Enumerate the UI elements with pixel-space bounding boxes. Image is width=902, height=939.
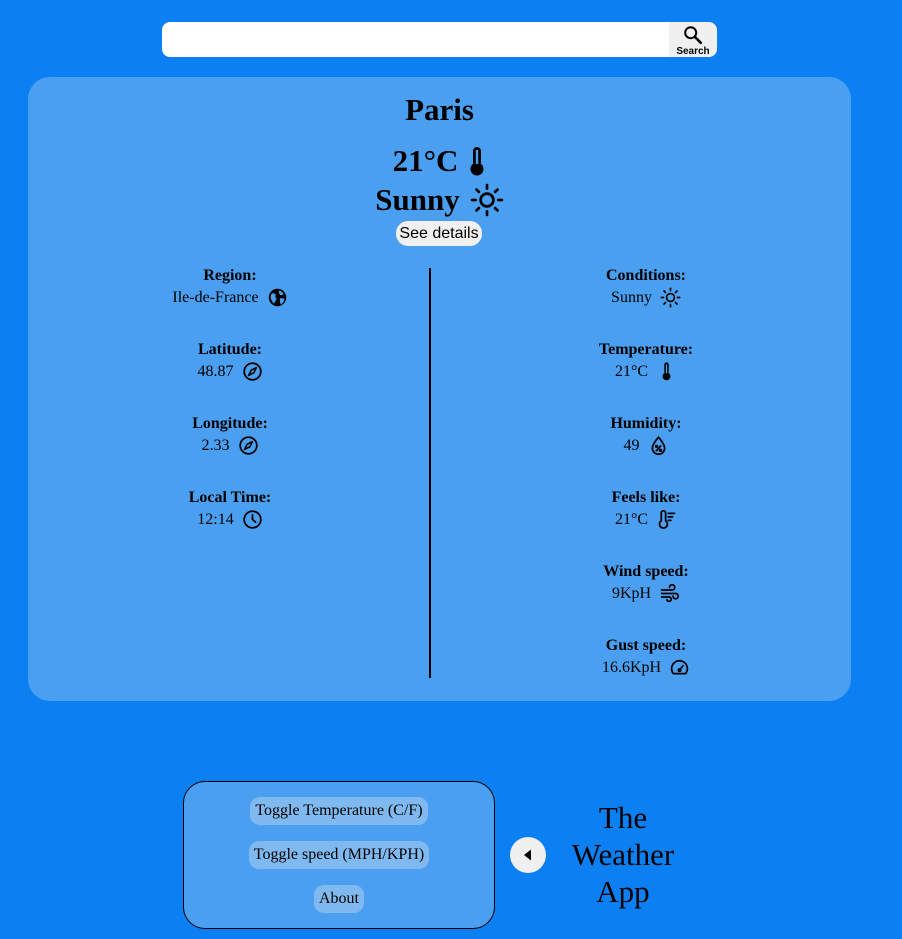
detail-label: Wind speed:: [603, 563, 689, 580]
detail-label: Temperature:: [598, 341, 694, 358]
detail-longitude: Longitude: 2.33: [70, 415, 390, 489]
about-button[interactable]: About: [314, 885, 364, 913]
detail-gust-speed: Gust speed: 16.6KpH: [486, 637, 806, 711]
search-bar: Search: [162, 22, 717, 57]
detail-value-row: Sunny: [486, 287, 806, 308]
detail-temperature: Temperature: 21°C: [486, 341, 806, 415]
detail-label: Gust speed:: [605, 637, 687, 654]
detail-value: Ile-de-France: [172, 288, 259, 306]
compass-icon: [242, 362, 262, 381]
globe-icon: [268, 288, 286, 307]
weather-details: Conditions: Sunny Temperature: 21°C Humi…: [486, 267, 806, 711]
search-button-label: Search: [676, 46, 710, 57]
detail-value: 21°C: [614, 510, 649, 528]
collapse-menu-button[interactable]: [510, 837, 546, 873]
sun-icon: [660, 287, 681, 308]
location-details: Region: Ile-de-France Latitude: 48.87 Lo…: [70, 267, 390, 563]
detail-label: Region:: [203, 267, 257, 284]
city-name: Paris: [405, 92, 474, 127]
detail-latitude: Latitude: 48.87: [70, 341, 390, 415]
detail-value-row: 48.87: [70, 361, 390, 382]
detail-label: Latitude:: [198, 341, 262, 358]
detail-label: Local Time:: [188, 489, 272, 506]
detail-value: 21°C: [614, 362, 649, 380]
detail-value-row: 9KpH: [486, 583, 806, 604]
thermometer-low-icon: [658, 509, 676, 529]
detail-label: Humidity:: [610, 415, 682, 432]
weather-card: Paris 21°C Sunny See details Region: Ile…: [28, 77, 851, 701]
thermometer-icon: [662, 362, 671, 381]
detail-value: 2.33: [201, 436, 230, 454]
detail-value: 49: [623, 436, 640, 454]
detail-label: Feels like:: [611, 489, 681, 506]
detail-label: Longitude:: [192, 415, 268, 432]
wind-icon: [660, 583, 680, 603]
detail-value-row: 12:14: [70, 509, 390, 530]
detail-value-row: 21°C: [486, 361, 806, 382]
detail-region: Region: Ile-de-France: [70, 267, 390, 341]
detail-value-row: 2.33: [70, 435, 390, 456]
toggle-temperature-button[interactable]: Toggle Temperature (C/F): [250, 797, 428, 825]
detail-value-row: 16.6KpH: [486, 657, 806, 678]
sun-icon: [470, 183, 503, 217]
humidity-icon: [650, 435, 666, 456]
details-divider: [429, 268, 431, 678]
detail-local-time: Local Time: 12:14: [70, 489, 390, 563]
current-temperature: 21°C: [28, 141, 851, 181]
current-temperature-value: 21°C: [392, 143, 459, 178]
detail-feels-like: Feels like: 21°C: [486, 489, 806, 563]
detail-humidity: Humidity: 49: [486, 415, 806, 489]
toggle-speed-button[interactable]: Toggle speed (MPH/KPH): [249, 841, 429, 869]
gauge-icon: [670, 659, 689, 675]
detail-label: Conditions:: [605, 267, 687, 284]
detail-value-row: 49: [486, 435, 806, 456]
detail-value-row: 21°C: [486, 509, 806, 530]
detail-value: 12:14: [197, 510, 234, 528]
clock-icon: [243, 510, 262, 529]
current-condition-value: Sunny: [375, 182, 460, 217]
see-details-button[interactable]: See details: [396, 221, 482, 246]
thermometer-icon: [470, 147, 484, 176]
search-button[interactable]: Search: [669, 22, 717, 57]
detail-conditions: Conditions: Sunny: [486, 267, 806, 341]
settings-panel: Toggle Temperature (C/F) Toggle speed (M…: [183, 781, 495, 929]
search-icon: [684, 26, 703, 45]
detail-value: 16.6KpH: [601, 658, 662, 676]
detail-value-row: Ile-de-France: [70, 287, 390, 308]
detail-value: Sunny: [611, 288, 652, 306]
detail-wind-speed: Wind speed: 9KpH: [486, 563, 806, 637]
compass-icon: [238, 436, 258, 455]
current-condition: Sunny: [28, 180, 851, 220]
detail-value: 9KpH: [611, 584, 652, 602]
detail-value: 48.87: [197, 362, 234, 380]
search-input[interactable]: [162, 22, 669, 57]
chevron-left-icon: [524, 849, 531, 861]
app-title: The Weather App: [571, 800, 675, 909]
